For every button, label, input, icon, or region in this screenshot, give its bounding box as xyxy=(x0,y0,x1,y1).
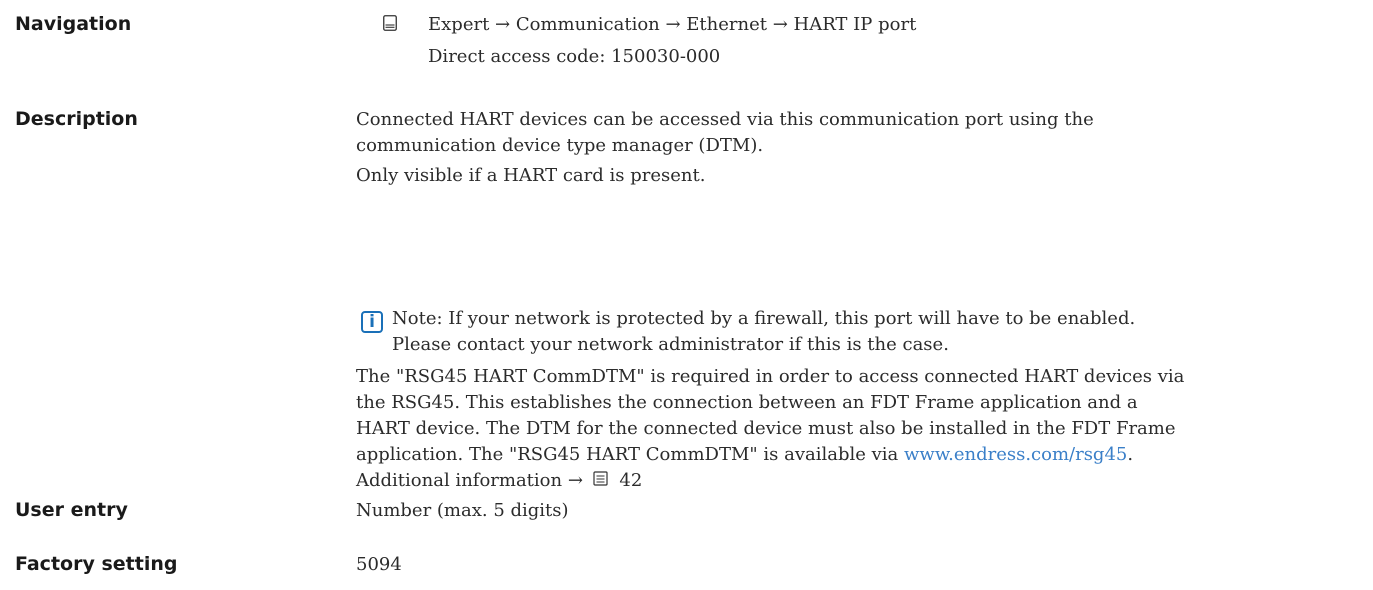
factory-setting-value: 5094 xyxy=(356,554,402,575)
body-line-prefix: application. The "RSG45 HART CommDTM" is… xyxy=(356,444,905,465)
description-line: Only visible if a HART card is present. xyxy=(356,165,706,186)
user-entry-label: User entry xyxy=(15,499,128,521)
body-line: the RSG45. This establishes the connecti… xyxy=(356,392,1138,413)
description-line: communication device type manager (DTM). xyxy=(356,135,764,156)
note-line: Note: If your network is protected by a … xyxy=(392,308,1136,329)
direct-access-code: Direct access code: 150030-000 xyxy=(428,46,721,67)
body-line: HART device. The DTM for the connected d… xyxy=(356,418,1176,439)
user-entry-value: Number (max. 5 digits) xyxy=(356,500,569,521)
body-line-suffix: . xyxy=(1127,444,1134,465)
additional-info-text: Additional information → xyxy=(356,470,583,491)
navigation-path: Expert → Communication → Ethernet → HART… xyxy=(428,14,917,35)
menu-path-icon xyxy=(383,15,397,31)
body-line-with-link: application. The "RSG45 HART CommDTM" is… xyxy=(356,442,1133,468)
page-reference[interactable]: 42 xyxy=(619,470,642,491)
page-reference-icon xyxy=(593,471,608,486)
body-line: The "RSG45 HART CommDTM" is required in … xyxy=(356,366,1185,387)
additional-info: Additional information → 42 xyxy=(356,468,642,494)
description-line: Connected HART devices can be accessed v… xyxy=(356,109,1094,130)
factory-setting-label: Factory setting xyxy=(15,553,178,575)
info-icon: i xyxy=(361,311,383,333)
navigation-label: Navigation xyxy=(15,13,132,35)
description-label: Description xyxy=(15,108,138,130)
rsg45-link[interactable]: www.endress.com/rsg45 xyxy=(904,444,1127,465)
note-line: Please contact your network administrato… xyxy=(392,334,949,355)
